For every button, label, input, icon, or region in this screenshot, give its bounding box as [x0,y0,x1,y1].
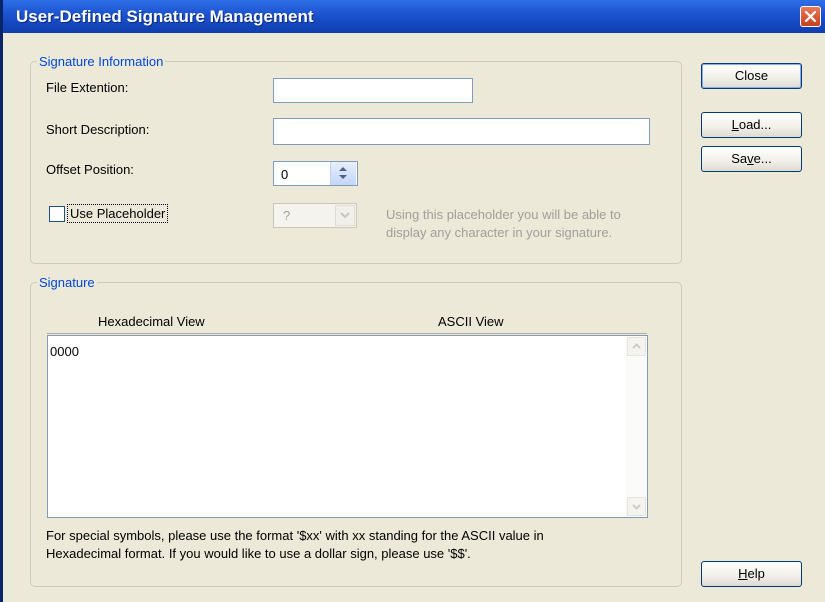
file-extension-input[interactable] [273,78,473,103]
load-button[interactable]: Load... [701,112,802,138]
signature-legend: Signature [39,275,95,290]
close-button[interactable]: Close [701,63,802,89]
scroll-down-button[interactable] [627,497,646,516]
file-extension-label: File Extention: [46,80,129,95]
placeholder-hint-line1: Using this placeholder you will be able … [386,207,621,222]
help-button-label: elp [747,566,765,581]
placeholder-select-value: ? [283,208,291,223]
offset-spinner[interactable] [330,162,356,185]
signature-textarea[interactable]: 0000 [47,335,648,518]
placeholder-hint-line2: display any character in your signature. [386,225,613,240]
dialog-window: User-Defined Signature Management Signat… [0,0,825,602]
placeholder-select[interactable]: ? [273,203,357,228]
signature-note-line1: For special symbols, please use the form… [46,528,544,543]
help-button-mnemonic: H [738,566,748,581]
help-button[interactable]: Help [701,561,802,587]
title-bar[interactable]: User-Defined Signature Management [3,0,825,33]
offset-position-label: Offset Position: [46,162,134,177]
use-placeholder-checkbox[interactable] [49,206,65,222]
save-button-label-start: Sa [731,151,748,166]
save-button-label-end: e... [753,151,772,166]
hex-view-header: Hexadecimal View [98,314,205,329]
ascii-view-header: ASCII View [438,314,504,329]
close-icon [804,10,817,23]
signature-column-header: Hexadecimal View ASCII View [47,307,647,334]
chevron-down-icon [340,212,350,219]
short-description-input[interactable] [273,118,650,145]
use-placeholder-label[interactable]: Use Placeholder [66,204,169,223]
chevron-down-icon [632,504,641,510]
signature-info-legend: Signature Information [39,54,164,69]
offset-position-value: 0 [281,167,289,182]
signature-note-line2: Hexadecimal format. If you would like to… [46,546,471,561]
chevron-up-icon [632,343,641,349]
window-title: User-Defined Signature Management [16,7,314,26]
short-description-label: Short Description: [46,122,150,137]
window-close-button[interactable] [800,6,821,27]
scroll-up-button[interactable] [627,337,646,356]
spinner-arrows-icon [339,167,347,179]
save-button[interactable]: Save... [701,146,802,172]
signature-content: 0000 [50,344,79,359]
load-button-label: oad... [738,117,772,132]
placeholder-dropdown-button[interactable] [335,205,355,226]
signature-scrollbar[interactable] [626,336,647,517]
load-button-mnemonic: L [731,117,739,132]
